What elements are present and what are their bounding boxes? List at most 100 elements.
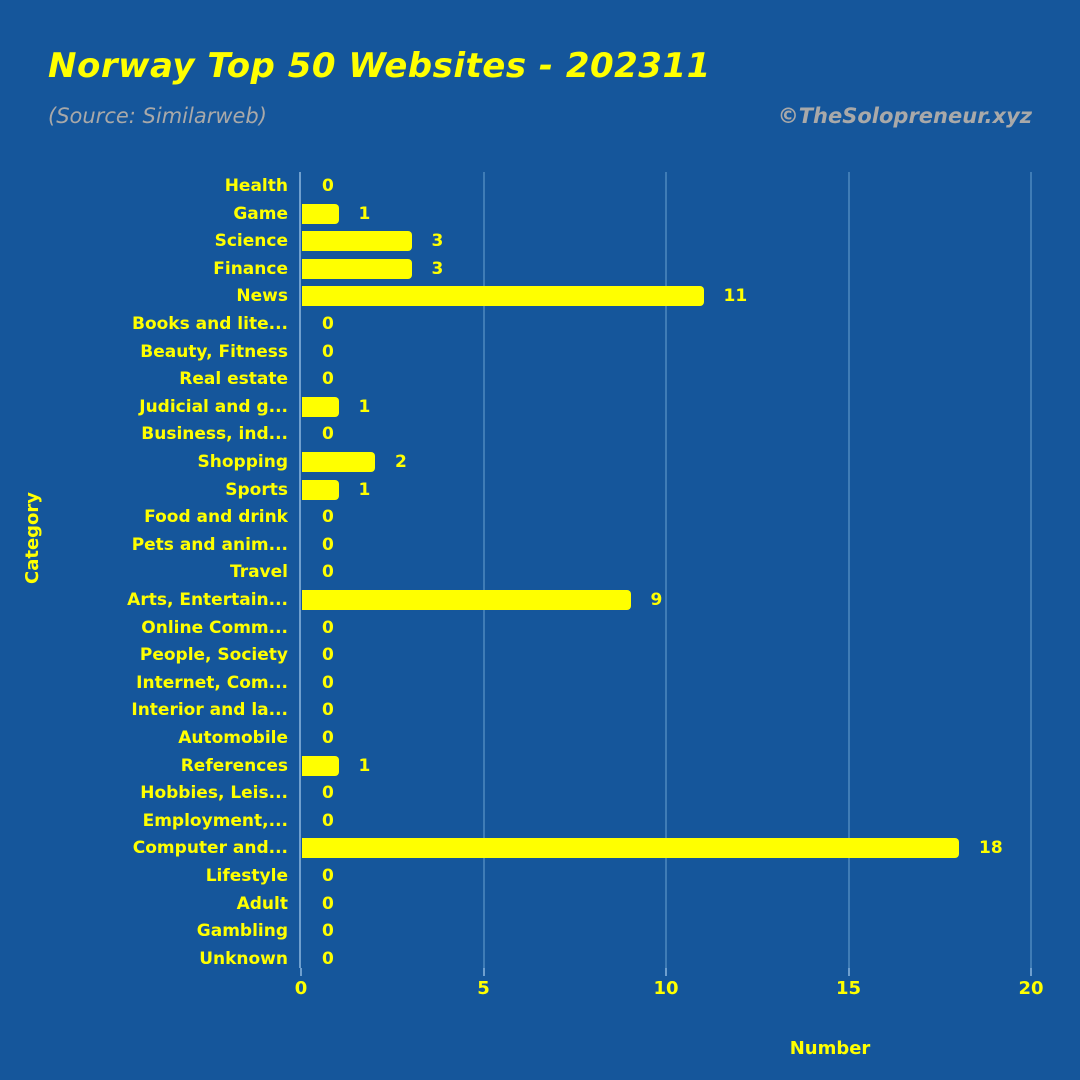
x-tick-label: 15	[835, 978, 862, 999]
bar-row: Interior and la... 0	[0, 696, 1080, 724]
x-tick-mark	[482, 968, 485, 976]
category-label: People, Society	[139, 645, 288, 666]
category-label: Books and lite...	[131, 314, 288, 334]
chart-subtitle: (Source: Similarweb)	[48, 104, 267, 128]
bar-row: Food and drink 0	[0, 503, 1080, 531]
bar-value-label: 0	[322, 921, 334, 942]
category-label: Finance	[213, 258, 288, 279]
bar	[302, 479, 339, 500]
y-axis-title: Category	[22, 491, 43, 585]
bar-row: Employment,... 0	[0, 807, 1080, 835]
x-tick-label: 5	[477, 978, 490, 999]
category-label: Food and drink	[144, 507, 288, 528]
bar-row: Beauty, Fitness 0	[0, 338, 1080, 366]
category-label: Arts, Entertain...	[127, 590, 288, 610]
x-axis-title: Number	[789, 1038, 871, 1059]
bar-row: Game 1	[0, 200, 1080, 228]
x-tick-label: 0	[294, 978, 308, 999]
category-label: Beauty, Fitness	[140, 341, 288, 362]
bar-value-label: 0	[322, 314, 334, 334]
category-label: Online Comm...	[141, 617, 288, 638]
bar-value-label: 1	[358, 203, 371, 224]
bar	[302, 286, 704, 307]
bar-row: Arts, Entertain... 9	[0, 586, 1080, 614]
bar-row: Books and lite... 0	[0, 310, 1080, 338]
bar-value-label: 3	[431, 258, 444, 279]
bar-value-label: 0	[322, 645, 334, 666]
bar-value-label: 18	[979, 838, 1003, 859]
page-title: Norway Top 50 Websites - 202311	[48, 46, 711, 86]
bar-row: Real estate 0	[0, 365, 1080, 393]
bar-row: Automobile 0	[0, 724, 1080, 752]
category-label: Gambling	[196, 921, 288, 942]
chart-header: Norway Top 50 Websites - 202311 (Source:…	[0, 0, 1080, 160]
bar-value-label: 0	[322, 948, 334, 969]
bar-row: Business, ind... 0	[0, 420, 1080, 448]
bar	[302, 452, 375, 472]
bar-value-label: 0	[322, 176, 334, 196]
bar-value-label: 11	[723, 286, 748, 307]
category-label: Judicial and g...	[139, 396, 288, 417]
category-label: Sports	[225, 479, 288, 500]
bar-value-label: 0	[322, 507, 334, 528]
bar-row: Travel 0	[0, 558, 1080, 586]
category-label: Real estate	[179, 369, 288, 390]
category-label: Computer and...	[132, 838, 288, 859]
bar	[302, 258, 412, 279]
category-label: Lifestyle	[205, 866, 288, 886]
bar-row: Lifestyle 0	[0, 862, 1080, 890]
category-label: Health	[224, 176, 288, 196]
bar-row: Finance 3	[0, 255, 1080, 283]
category-label: Business, ind...	[141, 424, 288, 445]
bar	[302, 203, 339, 224]
bar-value-label: 0	[322, 700, 334, 721]
x-tick-mark	[1030, 968, 1032, 976]
bar-value-label: 1	[358, 396, 371, 417]
bar-value-label: 9	[650, 590, 663, 610]
category-label: References	[180, 755, 288, 776]
bar-row: People, Society 0	[0, 641, 1080, 669]
bar-row: Health 0	[0, 172, 1080, 200]
bar-value-label: 1	[358, 479, 371, 500]
category-label: Shopping	[197, 452, 288, 472]
bar-value-label: 0	[322, 810, 334, 831]
category-label: Pets and anim...	[131, 534, 288, 555]
category-label: Game	[233, 203, 288, 224]
bar-value-label: 0	[322, 369, 334, 390]
bar-row: Gambling 0	[0, 917, 1080, 945]
bar-value-label: 0	[322, 893, 334, 914]
bar-value-label: 0	[322, 562, 334, 583]
bar-value-label: 0	[322, 341, 334, 362]
bar-value-label: 0	[322, 534, 334, 555]
bar-value-label: 0	[322, 728, 334, 748]
bar	[302, 396, 339, 417]
bar-row: Science 3	[0, 227, 1080, 255]
category-label: Interior and la...	[131, 700, 288, 721]
bar-row: Judicial and g... 1	[0, 393, 1080, 421]
category-label: Travel	[229, 562, 288, 583]
x-tick-mark	[300, 968, 302, 976]
category-label: Hobbies, Leis...	[140, 783, 288, 804]
bar	[302, 590, 631, 610]
category-label: Internet, Com...	[136, 672, 288, 693]
bar-row: Hobbies, Leis... 0	[0, 779, 1080, 807]
bar-row: Internet, Com... 0	[0, 669, 1080, 697]
bar-row: Adult 0	[0, 890, 1080, 918]
bar-row: News 11	[0, 282, 1080, 310]
bar	[302, 838, 959, 859]
bar-row: References 1	[0, 752, 1080, 780]
bar-row: Shopping 2	[0, 448, 1080, 476]
bar-row: Computer and... 18	[0, 834, 1080, 862]
category-label: Unknown	[199, 948, 288, 969]
bar-row: Unknown 0	[0, 945, 1080, 973]
bar	[302, 231, 412, 252]
bar-value-label: 0	[322, 617, 334, 638]
x-tick-mark	[847, 968, 850, 976]
category-label: News	[236, 286, 288, 307]
bar-value-label: 0	[322, 672, 334, 693]
bar-row: Pets and anim... 0	[0, 531, 1080, 559]
bar	[302, 755, 339, 776]
x-tick-label: 10	[653, 978, 679, 999]
bar-value-label: 0	[322, 424, 334, 445]
category-label: Adult	[236, 893, 288, 914]
